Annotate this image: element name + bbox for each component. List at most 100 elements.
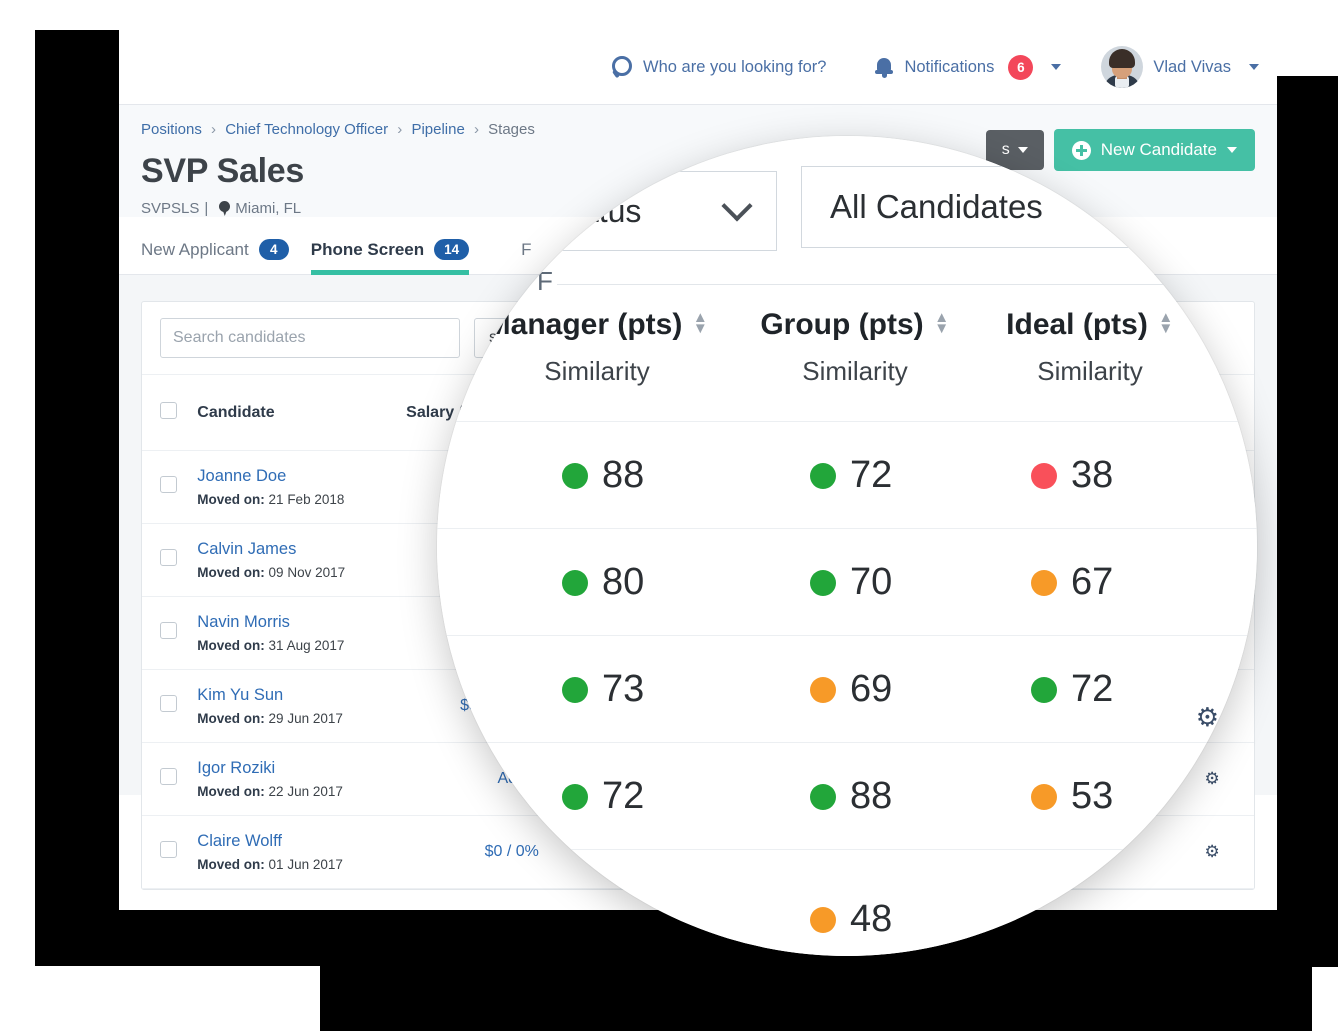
column-candidate[interactable]: Candidate [197,375,407,451]
column-subheader: Similarity [544,356,650,386]
magnified-ideal-score: 53 [1031,775,1113,818]
magnified-table-row[interactable]: 73 69 72 ⚙ [437,636,1257,743]
tab-count-badge: 4 [258,239,289,260]
column-label: Ideal (pts) [1006,308,1148,341]
select-all-checkbox[interactable] [160,401,177,419]
moved-on-date: 09 Nov 2017 [268,565,346,580]
score-status-dot [1031,783,1057,810]
magnified-column-ideal-pts[interactable]: Ideal (pts) ▲ ▼ Similarity [965,308,1215,387]
row-checkbox[interactable] [160,622,177,639]
score-value: 53 [1071,775,1114,817]
moved-on: Moved on: 29 Jun 2017 [197,711,396,726]
row-checkbox[interactable] [160,695,177,712]
magnified-ideal-score: 72 [1031,668,1113,711]
sort-arrows-icon[interactable]: ▲ ▼ [1158,310,1174,336]
chevron-down-icon [721,190,753,222]
score-status-dot [810,569,836,596]
magnified-ideal-score: 67 [1031,561,1113,604]
moved-on-label: Moved on: [197,565,265,580]
user-menu[interactable]: Vlad Vivas [1101,46,1259,88]
breadcrumb-separator: › [211,121,217,138]
sort-arrows-icon[interactable]: ▲ ▼ [692,310,708,336]
score-value: 72 [602,775,645,817]
select-all-cell [142,375,198,451]
user-name: Vlad Vivas [1153,57,1231,76]
notifications-label: Notifications [904,57,995,76]
magnified-column-manager-pts[interactable]: Manager (pts) ▲ ▼ Similarity [457,308,737,387]
row-checkbox[interactable] [160,549,177,566]
search-icon [611,56,633,78]
score-value: 72 [1071,668,1114,710]
row-checkbox[interactable] [160,476,177,493]
backdrop-margin-left [0,0,35,1031]
breadcrumb-item-positions[interactable]: Positions [141,121,202,138]
score-value: 80 [602,561,645,603]
moved-on: Moved on: 31 Aug 2017 [197,638,396,653]
magnified-group-score: 88 [810,775,892,818]
moved-on: Moved on: 21 Feb 2018 [197,492,396,507]
breadcrumb-separator: › [397,121,403,138]
moved-on-date: 01 Jun 2017 [268,857,343,872]
magnified-table-row[interactable]: 88 72 38 [437,422,1257,529]
magnified-table-row[interactable]: 72 88 53 ⚙ [437,743,1257,850]
position-code: SVPSLS [141,200,200,217]
magnified-candidates-scope-select[interactable]: All Candidates [801,166,1161,248]
candidate-name[interactable]: Kim Yu Sun [197,686,396,705]
magnified-row-settings-gear-icon[interactable]: ⚙ [1196,860,1219,891]
magnified-divider [557,284,1257,285]
candidate-name[interactable]: Joanne Doe [197,467,396,486]
moved-on-label: Moved on: [197,492,265,507]
global-search-text: Who are you looking for? [643,57,827,76]
backdrop-shape-right [1276,76,1338,967]
global-search[interactable]: Who are you looking for? [611,56,826,78]
candidate-name[interactable]: Igor Roziki [197,759,396,778]
moved-on-date: 22 Jun 2017 [268,784,343,799]
score-value: 48 [850,898,893,940]
moved-on: Moved on: 09 Nov 2017 [197,565,396,580]
breadcrumb-item-cto[interactable]: Chief Technology Officer [225,121,388,138]
moved-on: Moved on: 01 Jun 2017 [197,857,396,872]
magnified-group-score: 72 [810,454,892,497]
score-value: 72 [850,454,893,496]
row-checkbox[interactable] [160,841,177,858]
notifications-menu[interactable]: Notifications 6 [874,54,1062,80]
score-status-dot [1031,462,1057,489]
score-status-dot [1031,676,1057,703]
candidate-name[interactable]: Calvin James [197,540,396,559]
score-value: 69 [850,668,893,710]
bell-icon [874,56,894,78]
score-value: 88 [850,775,893,817]
backdrop-notch-bottom-left [0,966,320,1031]
score-status-dot [810,906,836,933]
magnified-column-group-pts[interactable]: Group (pts) ▲ ▼ Similarity [725,308,985,387]
tab-new-applicant[interactable]: New Applicant 4 [141,239,311,274]
moved-on-label: Moved on: [197,784,265,799]
magnified-table-row[interactable]: 1 48 ⚙ [437,850,1257,950]
magnified-table-row[interactable]: 80 70 67 [437,529,1257,636]
magnified-row-settings-gear-icon[interactable]: ⚙ [1196,771,1219,802]
magnified-ideal-score: 38 [1031,454,1113,497]
score-value: 73 [602,668,645,710]
magnified-status-select[interactable]: status [527,171,777,251]
moved-on-date: 21 Feb 2018 [268,492,345,507]
magnified-row-settings-gear-icon[interactable]: ⚙ [1196,702,1219,733]
sort-arrows-icon[interactable]: ▲ ▼ [934,310,950,336]
column-label: Group (pts) [760,308,924,341]
moved-on-date: 31 Aug 2017 [268,638,345,653]
candidate-name[interactable]: Claire Wolff [197,832,396,851]
candidate-name[interactable]: Navin Morris [197,613,396,632]
screenshot-canvas: Who are you looking for? Notifications 6… [0,0,1338,1031]
magnified-ideal-score-partial: 1 [1109,856,1124,886]
moved-on: Moved on: 22 Jun 2017 [197,784,396,799]
row-checkbox[interactable] [160,768,177,785]
tab-label: Phone Screen [310,239,425,259]
notifications-count-badge: 6 [1008,54,1034,80]
backdrop-shape-step [320,966,1312,1031]
score-value: 88 [602,454,645,496]
score-value: 38 [1071,454,1114,496]
score-value: 70 [850,561,893,603]
moved-on-label: Moved on: [197,711,265,726]
location-pin-icon [219,201,231,216]
magnified-manager-score: 80 [562,561,644,604]
search-candidates-input[interactable]: Search candidates [160,318,460,358]
